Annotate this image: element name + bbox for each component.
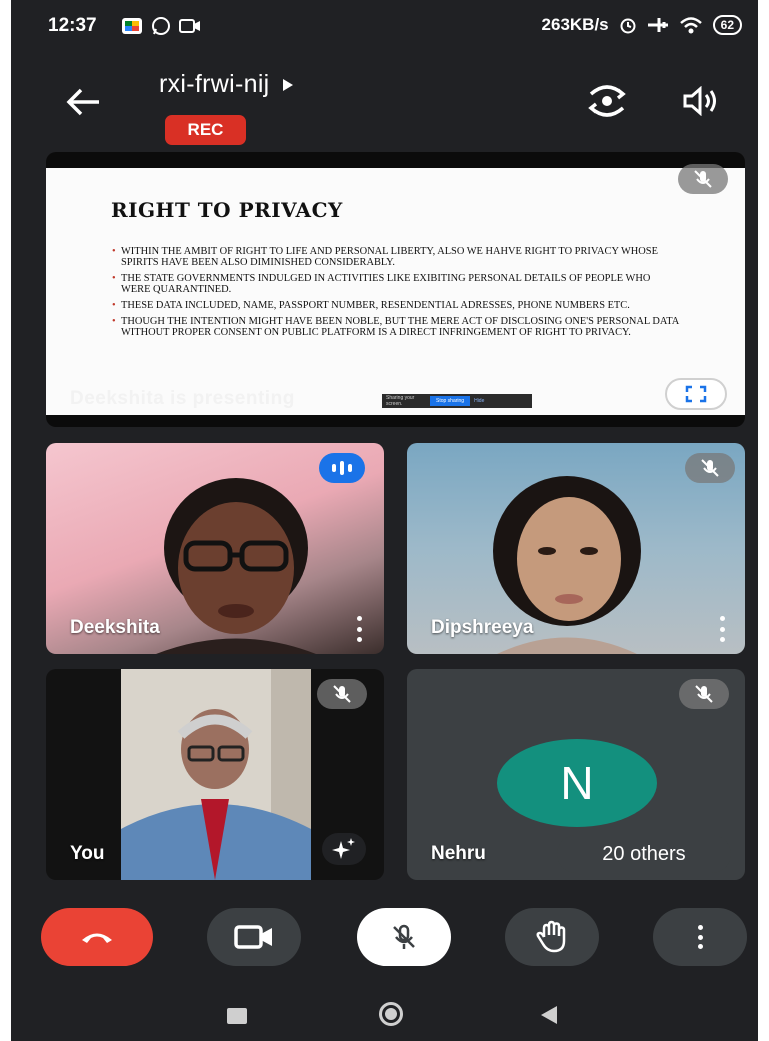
wifi-icon: [679, 17, 702, 34]
slide-bullets: WITHIN THE AMBIT OF RIGHT TO LIFE AND PE…: [112, 246, 682, 343]
more-vert-icon: [696, 925, 704, 949]
back-arrow-icon[interactable]: [63, 84, 103, 120]
stop-sharing-button: Stop sharing: [430, 396, 471, 406]
slide-bullet: THE STATE GOVERNMENTS INDULGED IN ACTIVI…: [112, 273, 682, 295]
screen-share-bar: Sharing your screen. Stop sharing Hide: [382, 394, 532, 408]
speaking-indicator: [319, 453, 365, 483]
participant-tile-self[interactable]: You: [46, 669, 384, 880]
speaker-icon[interactable]: [683, 86, 719, 116]
home-button[interactable]: [379, 1002, 403, 1026]
mic-off-icon: [701, 459, 719, 477]
alarm-icon: [620, 18, 636, 34]
more-vert-icon[interactable]: [355, 616, 363, 642]
participant-muted-indicator: [679, 679, 729, 709]
fullscreen-icon: [685, 385, 707, 403]
video-notification-icon: [179, 19, 200, 33]
slide: RIGHT TO PRIVACY WITHIN THE AMBIT OF RIG…: [46, 168, 745, 415]
slide-title: RIGHT TO PRIVACY: [111, 198, 343, 222]
more-vert-icon[interactable]: [718, 616, 726, 642]
others-count-button[interactable]: 20 others: [557, 835, 731, 873]
meet-screen: 12:37 263KB/s 62 rxi-frwi-nij REC RIGHT …: [11, 0, 758, 1041]
camera-toggle-button[interactable]: [207, 908, 301, 966]
presentation-tile[interactable]: RIGHT TO PRIVACY WITHIN THE AMBIT OF RIG…: [46, 152, 745, 427]
meeting-code[interactable]: rxi-frwi-nij: [159, 70, 270, 99]
fullscreen-button[interactable]: [665, 378, 727, 410]
self-video: [121, 669, 311, 880]
back-nav-button[interactable]: [541, 1006, 557, 1024]
meet-notification-icon: [122, 18, 142, 34]
participant-name: You: [70, 843, 105, 864]
participant-name: Dipshreeya: [431, 617, 534, 638]
microphone-toggle-button[interactable]: [357, 908, 451, 966]
play-triangle-icon: [282, 78, 293, 91]
participant-tile-deekshita[interactable]: Deekshita: [46, 443, 384, 654]
mic-off-icon: [333, 685, 351, 703]
video-camera-icon: [234, 925, 272, 949]
self-muted-indicator: [317, 679, 367, 709]
meeting-info[interactable]: rxi-frwi-nij: [159, 70, 294, 99]
presenter-muted-indicator: [678, 164, 728, 194]
raise-hand-icon: [536, 920, 566, 953]
status-time: 12:37: [48, 15, 97, 36]
raise-hand-button[interactable]: [505, 908, 599, 966]
hide-button: Hide: [474, 398, 485, 404]
slide-bullet: WITHIN THE AMBIT OF RIGHT TO LIFE AND PE…: [112, 246, 682, 268]
more-options-button[interactable]: [653, 908, 747, 966]
recent-apps-button[interactable]: [227, 1008, 247, 1024]
participant-tile-nehru[interactable]: N Nehru 20 others: [407, 669, 745, 880]
participant-tile-dipshreeya[interactable]: Dipshreeya: [407, 443, 745, 654]
status-right: 263KB/s 62: [542, 15, 742, 35]
end-call-icon: [82, 933, 112, 943]
mic-off-icon: [695, 685, 713, 703]
notification-icons: [121, 16, 201, 36]
mic-off-icon: [393, 924, 415, 949]
battery-indicator: 62: [712, 15, 742, 35]
airplane-mode-icon: [647, 18, 668, 32]
share-bar-text: Sharing your screen.: [386, 395, 415, 407]
recording-badge: REC: [165, 115, 246, 145]
presenting-label: Deekshita is presenting: [70, 388, 295, 409]
status-bar: 12:37 263KB/s 62: [11, 0, 758, 52]
participant-name: Deekshita: [70, 617, 160, 638]
mic-off-icon: [694, 170, 712, 188]
avatar: N: [497, 739, 657, 827]
participant-video: [156, 478, 316, 654]
network-speed: 263KB/s: [541, 15, 609, 34]
participant-name: Nehru: [431, 843, 486, 864]
switch-camera-icon[interactable]: [585, 84, 629, 118]
end-call-button[interactable]: [41, 908, 153, 966]
slide-bullet: THESE DATA INCLUDED, NAME, PASSPORT NUMB…: [112, 300, 682, 311]
slide-bullet: THOUGH THE INTENTION MIGHT HAVE BEEN NOB…: [112, 316, 682, 338]
effects-sparkle-icon: [332, 838, 355, 859]
effects-button[interactable]: [322, 833, 366, 865]
participant-muted-indicator: [685, 453, 735, 483]
whatsapp-icon: [152, 17, 170, 35]
